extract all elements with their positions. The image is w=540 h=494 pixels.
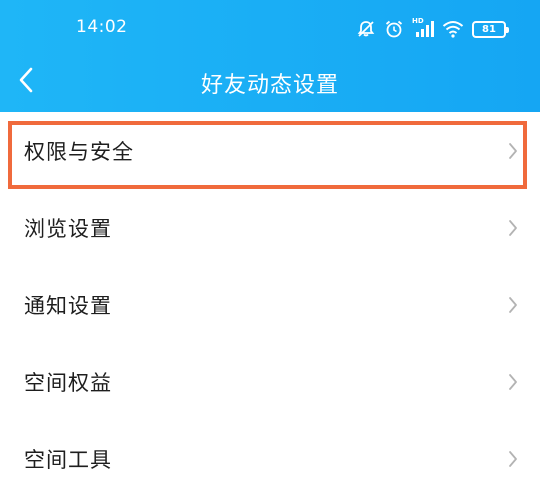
status-time: 14:02 (76, 17, 128, 37)
nav-bar: 好友动态设置 (0, 56, 540, 112)
chevron-right-icon (508, 450, 518, 472)
alarm-icon (384, 19, 404, 39)
battery-level: 81 (482, 23, 496, 35)
menu-item-space-benefits[interactable]: 空间权益 (0, 343, 540, 420)
menu-item-browse-settings[interactable]: 浏览设置 (0, 189, 540, 266)
menu-item-notification-settings[interactable]: 通知设置 (0, 266, 540, 343)
chevron-right-icon (508, 296, 518, 318)
status-icons: HD 81 (356, 16, 509, 42)
signal-icon: HD (412, 17, 434, 39)
chevron-right-icon (508, 373, 518, 395)
menu-item-space-tools[interactable]: 空间工具 (0, 420, 540, 494)
settings-menu: 权限与安全 浏览设置 通知设置 空间权益 空间工具 (0, 112, 540, 494)
page-title: 好友动态设置 (200, 73, 339, 98)
chevron-right-icon (508, 142, 518, 164)
menu-item-label: 空间权益 (24, 370, 112, 395)
battery-icon: 81 (472, 20, 509, 38)
wifi-icon (442, 20, 464, 38)
status-bar: 14:02 HD 81 (0, 0, 540, 56)
header: 14:02 HD 81 好友动态设置 (0, 0, 540, 112)
mute-bell-icon (356, 19, 376, 39)
menu-item-label: 权限与安全 (24, 139, 134, 164)
menu-item-permissions-security[interactable]: 权限与安全 (0, 112, 540, 189)
menu-item-label: 通知设置 (24, 293, 112, 318)
menu-item-label: 空间工具 (24, 447, 112, 472)
chevron-right-icon (508, 219, 518, 241)
menu-item-label: 浏览设置 (24, 216, 112, 241)
